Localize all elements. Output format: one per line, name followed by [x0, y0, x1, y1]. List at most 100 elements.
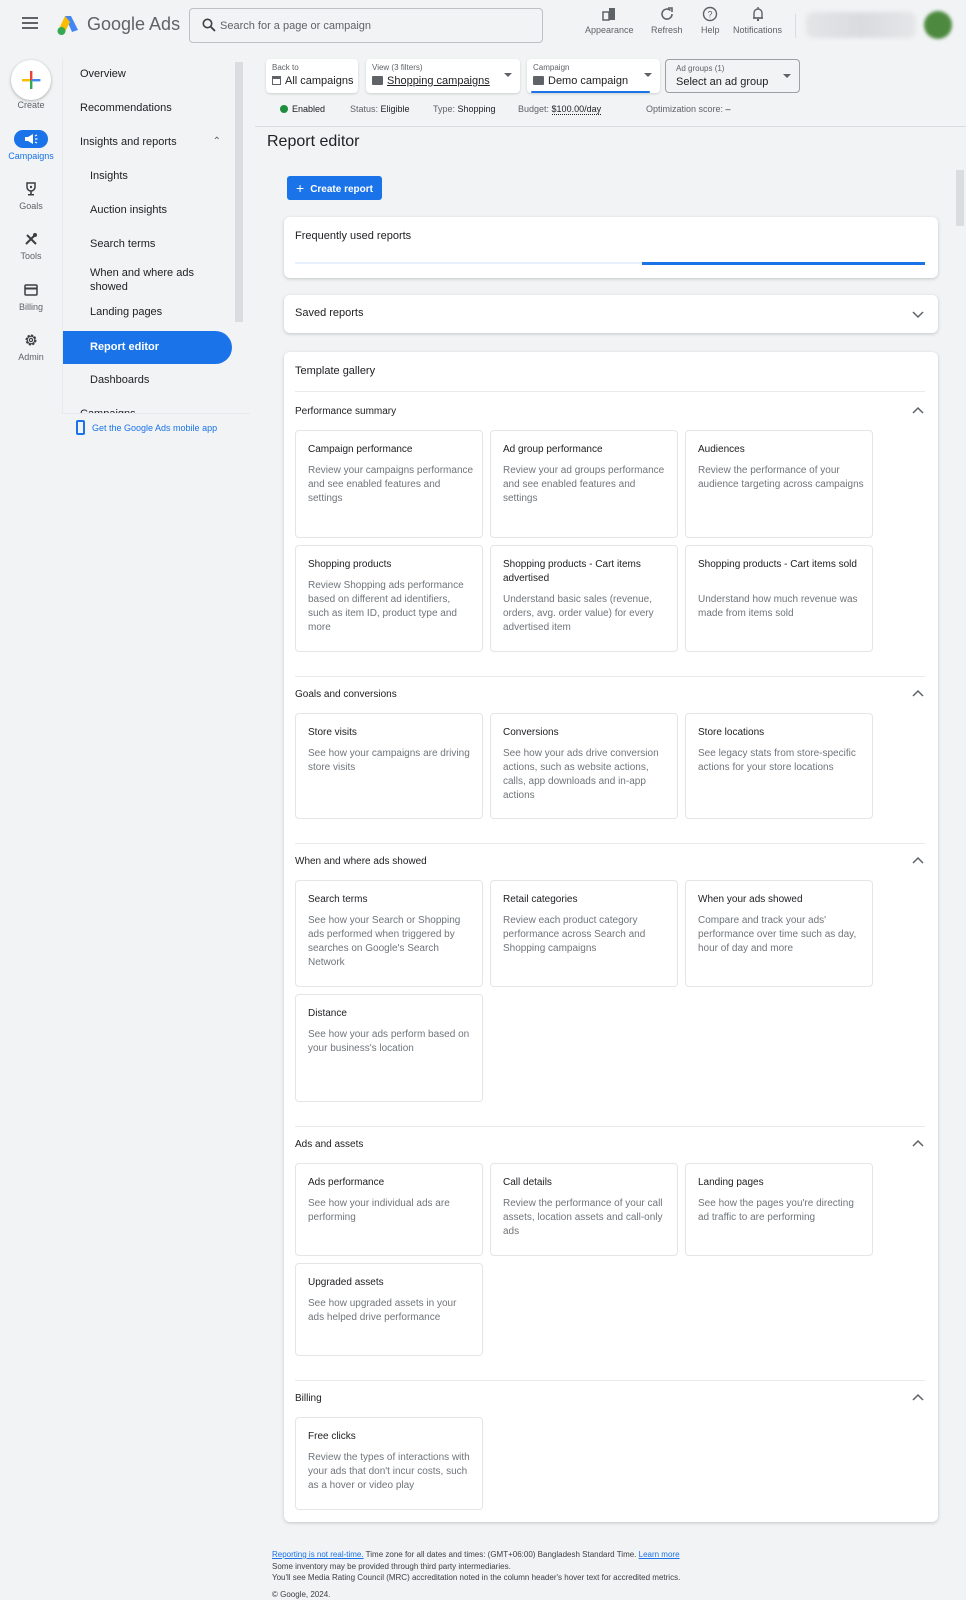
rail-item-tools[interactable]: Tools: [0, 230, 62, 261]
divider: [295, 1126, 925, 1127]
rail-item-campaigns[interactable]: Campaigns: [0, 130, 62, 161]
template-title: Campaign performance: [308, 444, 413, 455]
template-description: Review each product category performance…: [503, 915, 646, 954]
template-card[interactable]: Distance See how your ads perform based o…: [295, 994, 483, 1102]
template-card[interactable]: Campaign performance Review your campaign…: [295, 430, 483, 538]
search-icon: [202, 18, 216, 32]
back-to-all-campaigns[interactable]: Back to All campaigns: [266, 59, 358, 93]
gear-icon: [25, 334, 37, 346]
nav-item-landing-pages[interactable]: Landing pages: [63, 306, 233, 318]
create-report-button[interactable]: + Create report: [287, 176, 382, 200]
account-info[interactable]: [806, 12, 916, 38]
chevron-up-icon[interactable]: [912, 688, 924, 700]
template-title: Search terms: [308, 894, 368, 905]
template-card[interactable]: Free clicks Review the types of interacti…: [295, 1417, 483, 1510]
enabled-status[interactable]: Enabled: [280, 104, 325, 114]
refresh-button[interactable]: Refresh: [651, 6, 683, 35]
template-description: See how your campaigns are driving store…: [308, 748, 470, 773]
chevron-down-icon[interactable]: [912, 308, 924, 320]
avatar[interactable]: [924, 11, 952, 39]
nav-scrollbar[interactable]: [235, 62, 243, 322]
template-card[interactable]: Call details Review the performance of yo…: [490, 1163, 678, 1256]
template-card[interactable]: Store locations See legacy stats from sto…: [685, 713, 873, 819]
footer: Reporting is not real-time. Time zone fo…: [272, 1550, 681, 1599]
template-description: See legacy stats from store-specific act…: [698, 748, 856, 773]
template-card[interactable]: When your ads showed Compare and track yo…: [685, 880, 873, 987]
rail-item-billing[interactable]: Billing: [0, 281, 62, 312]
template-description: Review your campaigns performance and se…: [308, 465, 474, 504]
template-title: Ad group performance: [503, 444, 603, 455]
search-box[interactable]: [189, 8, 543, 43]
template-title: Call details: [503, 1177, 552, 1188]
template-card[interactable]: Shopping products Review Shopping ads per…: [295, 545, 483, 652]
template-card[interactable]: Shopping products - Cart items advertise…: [490, 545, 678, 652]
template-description: Review Shopping ads performance based on…: [308, 580, 464, 633]
divider: [295, 676, 925, 677]
nav-item-auction-insights[interactable]: Auction insights: [63, 204, 233, 216]
ad-group-select[interactable]: Ad groups (1) Select an ad group: [665, 59, 800, 93]
section-header[interactable]: When and where ads showed: [295, 856, 427, 867]
template-card[interactable]: Ad group performance Review your ad group…: [490, 430, 678, 538]
section-header[interactable]: Performance summary: [295, 406, 396, 417]
help-button[interactable]: ? Help: [701, 6, 720, 35]
chevron-up-icon[interactable]: [912, 405, 924, 417]
nav-item-search-terms[interactable]: Search terms: [63, 238, 233, 250]
campaign-select[interactable]: Campaign Demo campaign: [527, 59, 660, 93]
template-title: Shopping products: [308, 559, 392, 570]
template-description: Compare and track your ads' performance …: [698, 915, 857, 954]
section-header[interactable]: Ads and assets: [295, 1139, 363, 1150]
menu-icon[interactable]: [22, 17, 38, 31]
nav-item-recommendations[interactable]: Recommendations: [63, 102, 233, 114]
template-card[interactable]: Upgraded assets See how upgraded assets i…: [295, 1263, 483, 1356]
frequently-used-reports-card: Frequently used reports: [284, 217, 938, 278]
template-description: Review the performance of your call asse…: [503, 1198, 663, 1237]
learn-more-link[interactable]: Learn more: [639, 1550, 680, 1559]
chevron-up-icon[interactable]: [912, 855, 924, 867]
section-header[interactable]: Billing: [295, 1393, 322, 1404]
divider: [795, 14, 796, 38]
plus-icon: +: [296, 180, 305, 196]
plus-icon: [22, 71, 41, 89]
template-card[interactable]: Store visits See how your campaigns are d…: [295, 713, 483, 819]
nav-item-dashboards[interactable]: Dashboards: [63, 374, 233, 386]
nav-item-insights[interactable]: Insights: [63, 170, 233, 182]
card-title: Template gallery: [295, 365, 376, 377]
nav-item-overview[interactable]: Overview: [63, 68, 233, 80]
dropdown-caret-icon: [504, 73, 512, 77]
section-header[interactable]: Goals and conversions: [295, 689, 397, 700]
search-input[interactable]: [220, 9, 535, 42]
create-button[interactable]: [11, 60, 51, 100]
template-card[interactable]: Retail categories Review each product cat…: [490, 880, 678, 987]
notifications-button[interactable]: Notifications: [733, 6, 782, 35]
mobile-app-link[interactable]: Get the Google Ads mobile app: [62, 413, 250, 443]
active-indicator: [531, 91, 650, 93]
bell-icon: [752, 7, 763, 21]
template-card[interactable]: Ads performance See how your individual a…: [295, 1163, 483, 1256]
template-title: Upgraded assets: [308, 1277, 384, 1288]
template-title: Conversions: [503, 727, 559, 738]
reporting-not-realtime-link[interactable]: Reporting is not real-time.: [272, 1550, 364, 1559]
template-card[interactable]: Shopping products - Cart items sold Under…: [685, 545, 873, 652]
chevron-up-icon: ⌃: [212, 136, 221, 147]
template-card[interactable]: Search terms See how your Search or Shopp…: [295, 880, 483, 987]
divider: [295, 1380, 925, 1381]
view-filter-select[interactable]: View (3 filters) Shopping campaigns: [366, 59, 520, 93]
dropdown-caret-icon: [783, 74, 791, 78]
nav-item-insights-and-reports[interactable]: Insights and reports ⌃: [63, 136, 233, 148]
nav-item-when-and-where[interactable]: When and where ads showed: [63, 266, 218, 294]
nav-item-report-editor[interactable]: Report editor: [63, 331, 232, 364]
template-title: Store locations: [698, 727, 765, 738]
template-description: See how upgraded assets in your ads help…: [308, 1298, 457, 1323]
template-description: Review your ad groups performance and se…: [503, 465, 665, 504]
chevron-up-icon[interactable]: [912, 1138, 924, 1150]
template-card[interactable]: Conversions See how your ads drive conver…: [490, 713, 678, 819]
appearance-button[interactable]: Appearance: [585, 6, 634, 35]
rail-item-goals[interactable]: Goals: [0, 180, 62, 211]
chevron-up-icon[interactable]: [912, 1392, 924, 1404]
template-card[interactable]: Audiences Review the performance of your …: [685, 430, 873, 538]
saved-reports-card[interactable]: Saved reports: [284, 295, 938, 333]
template-card[interactable]: Landing pages See how the pages you're di…: [685, 1163, 873, 1256]
template-description: Review the performance of your audience …: [698, 465, 864, 490]
rail-item-admin[interactable]: Admin: [0, 331, 62, 362]
page-scrollbar[interactable]: [956, 170, 964, 226]
